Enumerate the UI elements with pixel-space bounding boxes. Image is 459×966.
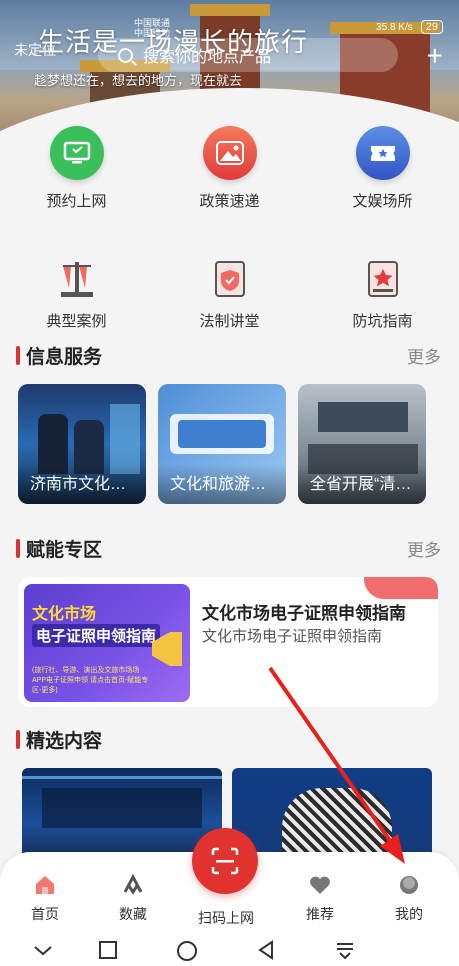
status-right: 35.8 K/s 29 — [376, 20, 443, 34]
banner-subslogan: 趁梦想还在，想去的地方，现在就去 — [34, 73, 243, 88]
section-header-info: 信息服务 更多 — [16, 342, 441, 369]
quick-action-venues[interactable]: 文娱场所 — [306, 126, 459, 211]
quick-action-label: 文娱场所 — [352, 193, 413, 210]
section-accent-bar — [16, 346, 20, 365]
home-circle-icon[interactable] — [176, 940, 198, 962]
tab-label: 我的 — [395, 906, 423, 922]
star-book-icon — [367, 261, 398, 297]
collect-icon — [123, 874, 143, 895]
home-icon — [36, 876, 54, 894]
enable-card-title: 文化市场电子证照申领指南 — [202, 604, 406, 623]
thumb-subtitle: 电子证照申领指南 — [32, 624, 161, 647]
quick-action-policy[interactable]: 政策速递 — [153, 126, 306, 211]
quick-action-label: 预约上网 — [46, 193, 107, 210]
law-action-label: 法制讲堂 — [199, 313, 260, 330]
enable-card-subtitle: 文化市场电子证照申领指南 — [202, 628, 383, 645]
recents-icon[interactable] — [98, 940, 118, 960]
network-speed: 35.8 K/s — [376, 21, 413, 33]
scales-icon — [60, 262, 93, 297]
section-accent-bar — [16, 539, 20, 558]
banner-roof-center — [190, 4, 270, 16]
ticket-icon — [355, 126, 410, 180]
info-cards: 济南市文化和旅游局 文化和旅游部通知 全省开展“清朗”行动 — [18, 384, 426, 504]
enable-thumbnail: 文化市场 电子证照申领指南 (旅行社、导游、演出及文旅市场场APP电子证照申领 … — [24, 584, 190, 702]
law-action-label: 防坑指南 — [352, 313, 413, 330]
section-title: 精选内容 — [26, 731, 103, 752]
quick-action-reserve[interactable]: 预约上网 — [0, 126, 153, 211]
featured-item[interactable] — [232, 768, 432, 858]
law-actions: 典型案例 法制讲堂 防坑指南 — [0, 258, 459, 331]
chevron-down-icon[interactable] — [32, 940, 54, 960]
back-icon[interactable] — [256, 940, 276, 960]
featured-item[interactable] — [22, 768, 222, 858]
law-action-label: 典型案例 — [46, 313, 107, 330]
section-accent-bar — [16, 730, 20, 749]
meeting-image — [318, 402, 408, 432]
location-label[interactable]: 未定位 — [14, 40, 56, 60]
monitor-icon — [49, 126, 104, 180]
tab-mine[interactable]: 我的 — [374, 874, 444, 924]
mountain-icon — [202, 126, 257, 180]
featured-image — [42, 788, 202, 828]
system-navigation-bar — [0, 934, 459, 966]
law-action-cases[interactable]: 典型案例 — [0, 258, 153, 331]
section-title: 信息服务 — [26, 347, 103, 368]
tab-label: 首页 — [31, 906, 59, 922]
more-link[interactable]: 更多 — [407, 343, 441, 368]
section-title: 赋能专区 — [26, 540, 103, 561]
tab-recommend[interactable]: 推荐 — [285, 874, 355, 924]
featured-image — [282, 788, 392, 858]
info-card[interactable]: 文化和旅游部通知 — [158, 384, 286, 504]
search-bar[interactable]: 搜索你的地点产品 — [98, 38, 398, 72]
law-action-lecture[interactable]: 法制讲堂 — [153, 258, 306, 331]
info-card[interactable]: 全省开展“清朗”行动 — [298, 384, 426, 504]
card-caption: 济南市文化和旅游局 — [18, 464, 146, 504]
search-icon — [118, 47, 133, 63]
profile-icon — [400, 876, 418, 894]
notice-image — [178, 420, 266, 448]
tab-home[interactable]: 首页 — [10, 874, 80, 924]
scan-button[interactable] — [192, 828, 258, 894]
quick-actions: 预约上网 政策速递 文娱场所 — [0, 126, 459, 211]
shield-doc-icon — [214, 261, 245, 297]
section-header-enable: 赋能专区 更多 — [16, 535, 441, 562]
thumb-title: 文化市场 — [32, 606, 97, 623]
card-caption: 全省开展“清朗”行动 — [298, 464, 426, 504]
card-corner-tag — [364, 577, 438, 599]
info-card[interactable]: 济南市文化和旅游局 — [18, 384, 146, 504]
tab-label: 推荐 — [306, 906, 334, 922]
tab-collect[interactable]: 数藏 — [98, 874, 168, 924]
search-placeholder: 搜索你的地点产品 — [143, 49, 272, 66]
card-caption: 文化和旅游部通知 — [158, 464, 286, 504]
tab-label: 数藏 — [119, 906, 147, 922]
more-link[interactable]: 更多 — [407, 536, 441, 561]
scan-icon — [211, 847, 239, 875]
heart-icon — [310, 876, 330, 894]
featured-image — [22, 776, 222, 779]
notification-shade-icon[interactable] — [334, 940, 356, 960]
scan-label: 扫码上网 — [198, 910, 254, 926]
section-header-featured: 精选内容 — [16, 726, 441, 753]
thumb-note: (旅行社、导游、演出及文旅市场场APP电子证照申领 请点击首页-赋能专区-更多) — [32, 667, 149, 694]
law-action-guide[interactable]: 防坑指南 — [306, 258, 459, 331]
quick-action-label: 政策速递 — [199, 193, 260, 210]
battery-indicator: 29 — [420, 20, 443, 34]
enable-card[interactable]: 文化市场 电子证照申领指南 (旅行社、导游、演出及文旅市场场APP电子证照申领 … — [18, 577, 438, 707]
add-button[interactable]: + — [427, 40, 443, 72]
